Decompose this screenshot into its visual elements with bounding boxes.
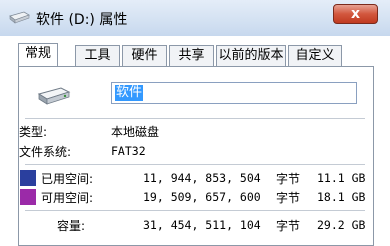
general-panel: 软件 类型: 本地磁盘 文件系统: FAT32 已用空间: 11, 944, 8… bbox=[18, 66, 374, 246]
drive-icon bbox=[9, 11, 30, 24]
volume-name-value: 软件 bbox=[115, 85, 144, 101]
separator bbox=[25, 118, 365, 119]
free-space-size: 18.1 GB bbox=[317, 190, 366, 204]
hard-disk-icon bbox=[37, 87, 71, 105]
free-space-bytes: 19, 509, 657, 600 bbox=[143, 190, 261, 204]
tab-general[interactable]: 常规 bbox=[18, 43, 58, 66]
file-system-value: FAT32 bbox=[111, 144, 146, 158]
separator bbox=[25, 210, 365, 211]
close-icon: x bbox=[350, 6, 361, 22]
type-label: 类型: bbox=[19, 125, 48, 139]
tab-sharing[interactable]: 共享 bbox=[169, 45, 214, 66]
type-value: 本地磁盘 bbox=[111, 125, 160, 139]
tab-hardware[interactable]: 硬件 bbox=[122, 45, 167, 66]
tab-customize[interactable]: 自定义 bbox=[288, 45, 342, 66]
tab-strip: 常规 工具 硬件 共享 以前的版本 自定义 bbox=[18, 43, 343, 66]
free-space-label: 可用空间: bbox=[41, 191, 94, 205]
used-space-swatch bbox=[20, 170, 36, 186]
used-space-bytes: 11, 944, 853, 504 bbox=[143, 171, 261, 185]
window-title: 软件 (D:) 属性 bbox=[36, 12, 128, 28]
close-button[interactable]: x bbox=[333, 4, 378, 24]
separator bbox=[25, 164, 365, 165]
tab-tools[interactable]: 工具 bbox=[75, 45, 120, 66]
capacity-label: 容量: bbox=[57, 219, 86, 233]
volume-name-input[interactable]: 软件 bbox=[111, 82, 357, 104]
capacity-unit: 字节 bbox=[276, 219, 301, 233]
capacity-bytes: 31, 454, 511, 104 bbox=[143, 218, 261, 232]
tab-previous-versions[interactable]: 以前的版本 bbox=[216, 45, 286, 66]
free-space-swatch bbox=[20, 189, 36, 205]
used-space-unit: 字节 bbox=[276, 172, 301, 186]
free-space-unit: 字节 bbox=[276, 191, 301, 205]
file-system-label: 文件系统: bbox=[19, 145, 72, 159]
title-bar: 软件 (D:) 属性 x bbox=[0, 0, 390, 36]
used-space-size: 11.1 GB bbox=[317, 171, 366, 185]
capacity-size: 29.2 GB bbox=[317, 218, 366, 232]
used-space-label: 已用空间: bbox=[41, 172, 94, 186]
